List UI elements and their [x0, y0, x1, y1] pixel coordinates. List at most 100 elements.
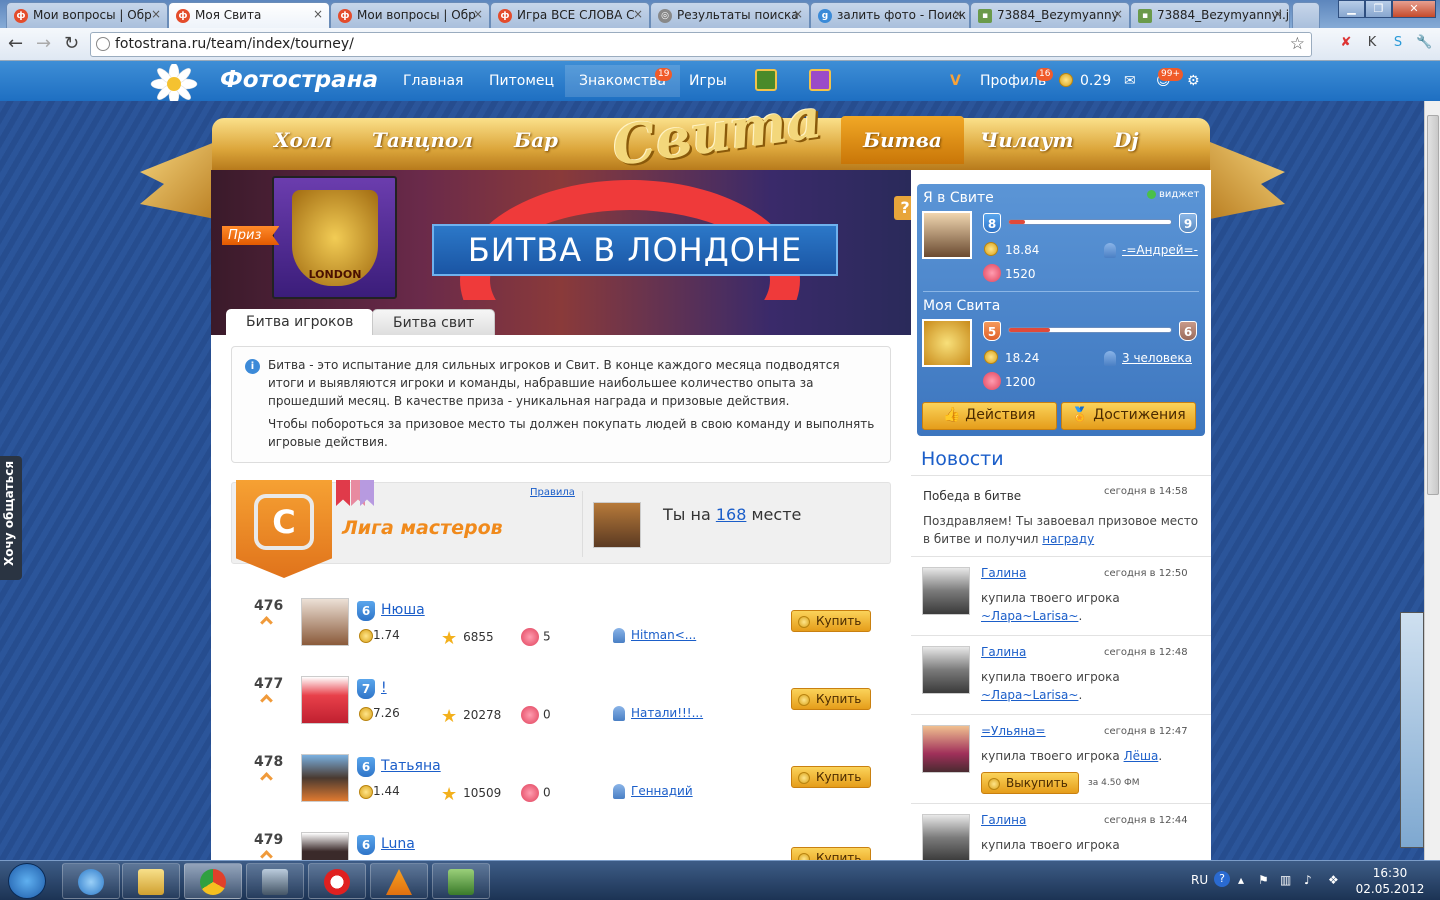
start-button[interactable]	[8, 863, 46, 899]
my-place-link[interactable]: 168	[716, 505, 747, 524]
news-avatar[interactable]	[922, 725, 970, 773]
nav-home[interactable]: Главная	[403, 73, 463, 89]
maximize-icon[interactable]: ❐	[1365, 0, 1392, 18]
minimize-icon[interactable]: ▁	[1338, 0, 1365, 18]
svita-tab-bar[interactable]: Бар	[514, 128, 558, 152]
close-window-icon[interactable]: ✕	[1392, 0, 1436, 18]
balance-value[interactable]: 0.29	[1080, 73, 1111, 89]
system-clock[interactable]: 16:30 02.05.2012	[1350, 865, 1430, 897]
close-tab-icon[interactable]: ×	[313, 7, 323, 21]
browser-tab[interactable]: ◎ Результаты поиска ×	[650, 2, 810, 28]
close-tab-icon[interactable]: ×	[953, 7, 963, 21]
nav-pet[interactable]: Питомец	[489, 73, 554, 89]
svita-tab-dj[interactable]: Dj	[1114, 128, 1139, 152]
buy-button[interactable]: Купить	[791, 688, 871, 710]
news-avatar[interactable]	[922, 814, 970, 860]
vip-icon[interactable]: V	[950, 73, 961, 89]
browser-tab[interactable]: g залить фото - Поиск ×	[810, 2, 970, 28]
want-to-chat-tab[interactable]: Хочу общаться	[0, 456, 22, 580]
widget-toggle[interactable]: виджет	[1147, 189, 1199, 200]
my-avatar[interactable]	[593, 502, 641, 548]
taskbar-ie[interactable]	[62, 863, 120, 899]
translate-icon[interactable]: S	[1390, 35, 1406, 51]
forward-arrow-icon[interactable]: →	[36, 33, 51, 54]
taskbar-chrome[interactable]	[184, 863, 242, 899]
prize-image[interactable]: LONDON	[272, 176, 397, 299]
close-tab-icon[interactable]: ×	[151, 7, 161, 21]
browser-tab[interactable]: ф Игра ВСЕ СЛОВА С ×	[490, 2, 650, 28]
taskbar-explorer[interactable]	[122, 863, 180, 899]
player-avatar[interactable]	[301, 754, 349, 802]
team-members-link[interactable]: 3 человека	[1122, 351, 1192, 365]
close-tab-icon[interactable]: ×	[1113, 7, 1123, 21]
scrollbar-thumb[interactable]	[1427, 115, 1439, 495]
close-tab-icon[interactable]: ×	[473, 7, 483, 21]
network-icon[interactable]: ▥	[1280, 873, 1291, 887]
taskbar-computer[interactable]	[246, 863, 304, 899]
close-tab-icon[interactable]: ×	[633, 7, 643, 21]
site-logo-text[interactable]: Фотострана	[220, 67, 378, 93]
player-name[interactable]: Татьяна	[381, 758, 441, 774]
player-name[interactable]: Нюша	[381, 602, 425, 618]
news-author-link[interactable]: =Ульяна=	[981, 724, 1046, 738]
help-tray-icon[interactable]: ?	[1214, 871, 1230, 887]
reward-link[interactable]: награду	[1042, 532, 1094, 546]
browser-tab[interactable]: ф Мои вопросы | Обр ×	[6, 2, 168, 28]
achievements-button[interactable]: 🏅 Достижения	[1061, 402, 1196, 430]
buy-button[interactable]: Купить	[791, 610, 871, 632]
actions-button[interactable]: 👍 Действия	[922, 402, 1057, 430]
ransom-button[interactable]: Выкупить	[981, 772, 1079, 794]
buy-button[interactable]: Купить	[791, 766, 871, 788]
news-author-link[interactable]: Галина	[981, 813, 1026, 827]
close-tab-icon[interactable]: ×	[1273, 7, 1283, 21]
news-avatar[interactable]	[922, 646, 970, 694]
video-popup-partial[interactable]	[1400, 612, 1424, 848]
page-info-icon[interactable]	[96, 37, 110, 51]
browser-tab[interactable]: ф Мои вопросы | Обр ×	[330, 2, 490, 28]
taskbar-vlc[interactable]	[370, 863, 428, 899]
daisy-logo-icon[interactable]	[134, 64, 214, 104]
me-owner-link[interactable]: -=Андрей=-	[1122, 243, 1198, 257]
page-scrollbar[interactable]	[1424, 101, 1440, 860]
adblock-icon[interactable]: ✘	[1338, 35, 1354, 51]
close-tab-icon[interactable]: ×	[793, 7, 803, 21]
new-tab-button[interactable]	[1292, 2, 1320, 28]
language-indicator[interactable]: RU	[1191, 873, 1208, 887]
news-author-link[interactable]: Галина	[981, 645, 1026, 659]
wrench-icon[interactable]: 🔧	[1416, 35, 1432, 51]
rules-link[interactable]: Правила	[530, 487, 575, 498]
player-name[interactable]: Luna	[381, 836, 415, 852]
reload-icon[interactable]: ↻	[64, 33, 79, 54]
dropbox-icon[interactable]: ❖	[1328, 873, 1339, 887]
news-avatar[interactable]	[922, 567, 970, 615]
kaspersky-icon[interactable]: K	[1364, 35, 1380, 51]
svita-tab-dancefloor[interactable]: Танцпол	[372, 128, 473, 152]
svita-avatar[interactable]	[922, 319, 972, 367]
player-avatar[interactable]	[301, 676, 349, 724]
browser-tab[interactable]: ▪ 73884_Bezymyanny ×	[970, 2, 1130, 28]
player-name[interactable]: !	[381, 680, 387, 696]
me-avatar[interactable]	[922, 211, 972, 259]
action-center-icon[interactable]: ⚑	[1258, 873, 1269, 887]
tab-player-battle[interactable]: Битва игроков	[226, 309, 374, 335]
back-arrow-icon[interactable]: ←	[8, 33, 23, 54]
buy-button[interactable]: Купить	[791, 847, 871, 860]
svita-tab-battle[interactable]: Битва	[841, 116, 964, 164]
game-app-icon[interactable]	[755, 69, 777, 91]
taskbar-opera[interactable]	[308, 863, 366, 899]
settings-gear-icon[interactable]: ⚙	[1187, 73, 1200, 89]
tray-expand-icon[interactable]: ▴	[1238, 873, 1244, 887]
svita-tab-hall[interactable]: Холл	[274, 128, 332, 152]
mail-icon[interactable]: ✉	[1124, 73, 1136, 89]
news-author-link[interactable]: Галина	[981, 566, 1026, 580]
player-avatar[interactable]	[301, 832, 349, 860]
volume-icon[interactable]: ♪	[1304, 873, 1312, 887]
svita-tab-chillout[interactable]: Чилаут	[980, 128, 1074, 152]
browser-tab[interactable]: ▪ 73884_Bezymyannyi.j ×	[1130, 2, 1290, 28]
nav-games[interactable]: Игры	[689, 73, 727, 89]
tab-svita-battle[interactable]: Битва свит	[372, 309, 496, 335]
browser-tab-active[interactable]: ф Моя Свита ×	[168, 2, 330, 28]
player-avatar[interactable]	[301, 598, 349, 646]
taskbar-app[interactable]	[432, 863, 490, 899]
bookmark-star-icon[interactable]: ☆	[1290, 34, 1305, 54]
